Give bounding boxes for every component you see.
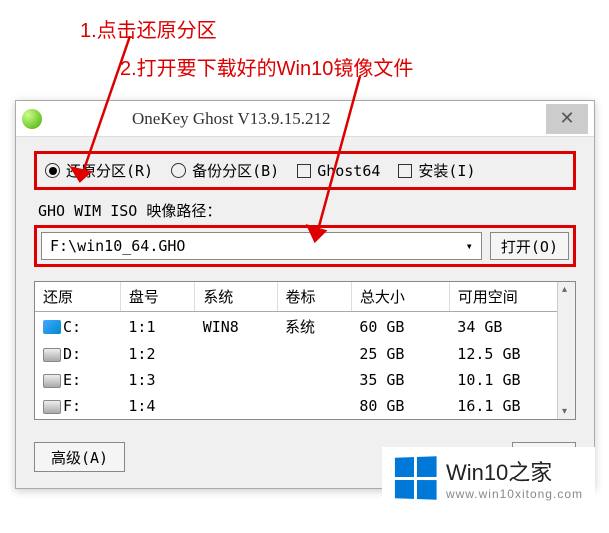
install-checkbox[interactable]: 安装(I) (398, 160, 475, 181)
drive-icon (43, 348, 61, 362)
window-title: OneKey Ghost V13.9.15.212 (132, 109, 546, 129)
col-restore[interactable]: 还原 (35, 282, 120, 312)
checkbox-icon (398, 164, 412, 178)
col-label[interactable]: 卷标 (277, 282, 351, 312)
table-row[interactable]: E:1:335 GB10.1 GB (35, 367, 575, 393)
ghost64-checkbox[interactable]: Ghost64 (297, 162, 380, 180)
watermark-title: Win10之家 (446, 455, 583, 487)
backup-radio[interactable]: 备份分区(B) (171, 160, 279, 181)
mode-row: 还原分区(R) 备份分区(B) Ghost64 安装(I) (34, 151, 576, 190)
image-path-input[interactable]: F:\win10_64.GHO ▾ (41, 232, 482, 260)
restore-label: 还原分区(R) (66, 160, 153, 181)
partition-table: 还原 盘号 系统 卷标 总大小 可用空间 C:1:1WIN8系统60 GB34 … (34, 281, 576, 420)
table-row[interactable]: D:1:225 GB12.5 GB (35, 341, 575, 367)
main-window: OneKey Ghost V13.9.15.212 ✕ 还原分区(R) 备份分区… (15, 100, 595, 489)
advanced-button[interactable]: 高级(A) (34, 442, 125, 472)
radio-icon (45, 163, 60, 178)
windows-logo-icon (395, 456, 437, 500)
watermark-url: www.win10xitong.com (446, 487, 583, 501)
table-row[interactable]: F:1:480 GB16.1 GB (35, 393, 575, 419)
image-path-value: F:\win10_64.GHO (50, 237, 185, 255)
backup-label: 备份分区(B) (192, 160, 279, 181)
checkbox-icon (297, 164, 311, 178)
drive-icon (43, 400, 61, 414)
path-row: F:\win10_64.GHO ▾ 打开(O) (34, 225, 576, 267)
ghost64-label: Ghost64 (317, 162, 380, 180)
install-label: 安装(I) (418, 160, 475, 181)
titlebar: OneKey Ghost V13.9.15.212 ✕ (16, 101, 594, 137)
table-row[interactable]: C:1:1WIN8系统60 GB34 GB (35, 312, 575, 342)
col-drive[interactable]: 盘号 (120, 282, 194, 312)
app-icon (22, 109, 42, 129)
restore-radio[interactable]: 还原分区(R) (45, 160, 153, 181)
drive-icon (43, 320, 61, 334)
col-system[interactable]: 系统 (195, 282, 277, 312)
radio-icon (171, 163, 186, 178)
col-total[interactable]: 总大小 (351, 282, 449, 312)
chevron-down-icon[interactable]: ▾ (466, 239, 473, 253)
image-path-label: GHO WIM ISO 映像路径： (34, 200, 576, 221)
annotation-step2: 2.打开要下载好的Win10镜像文件 (120, 52, 413, 81)
watermark: Win10之家 www.win10xitong.com (382, 447, 595, 509)
annotation-step1: 1.点击还原分区 (80, 14, 217, 43)
open-button[interactable]: 打开(O) (490, 232, 569, 260)
drive-icon (43, 374, 61, 388)
col-free[interactable]: 可用空间 (449, 282, 574, 312)
scrollbar[interactable] (557, 282, 575, 419)
close-button[interactable]: ✕ (546, 104, 588, 134)
